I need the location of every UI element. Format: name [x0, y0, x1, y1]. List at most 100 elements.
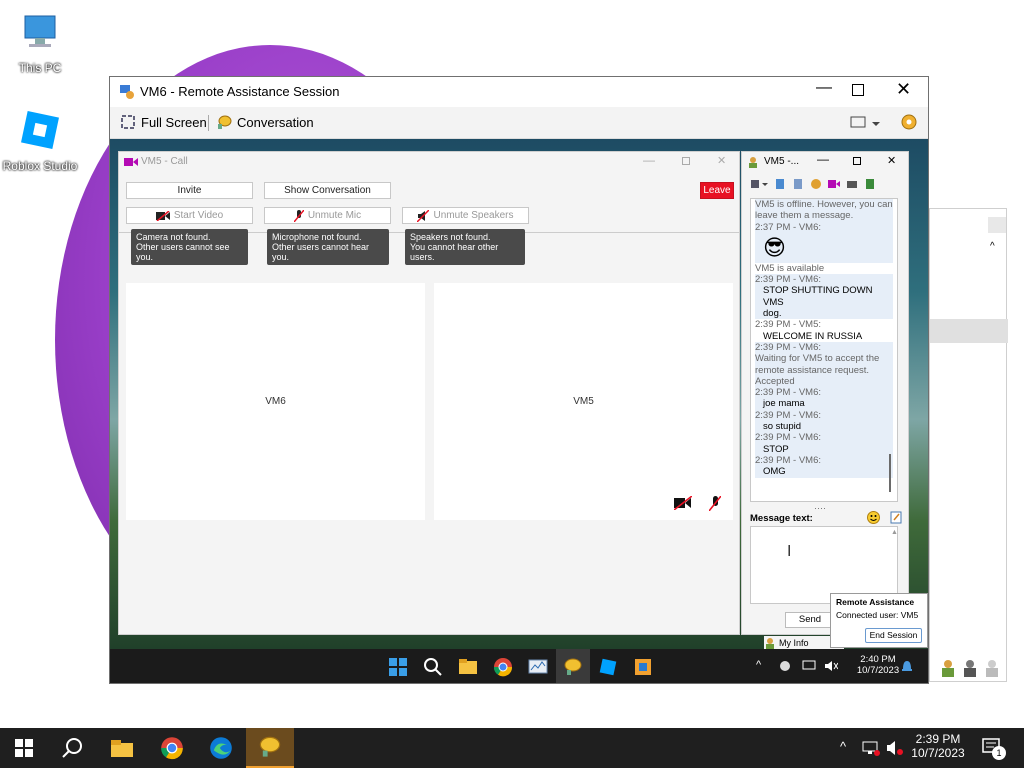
camera-tooltip: Camera not found. Other users cannot see… — [131, 229, 248, 265]
chat-close-button[interactable]: ✕ — [887, 154, 896, 167]
speaker-off-icon — [417, 209, 430, 222]
chat-minimize-button[interactable]: — — [817, 152, 829, 166]
show-conversation-button[interactable]: Show Conversation — [264, 182, 391, 199]
contacts-dropdown-icon[interactable] — [750, 178, 768, 190]
chrome-button[interactable] — [148, 728, 196, 768]
chevron-up-icon[interactable]: ^ — [990, 241, 995, 252]
exit-icon[interactable] — [864, 178, 876, 190]
desktop-icon-label: This PC — [18, 61, 62, 75]
panel-selected-row[interactable] — [930, 319, 1008, 343]
call-maximize-button[interactable] — [682, 157, 690, 165]
chat-meta-line: 2:37 PM - VM6: — [755, 221, 893, 233]
search-button[interactable] — [48, 728, 96, 768]
chat-meta-line: 2:39 PM - VM6: — [755, 274, 893, 286]
remote-assistance-icon[interactable] — [810, 178, 822, 190]
paint-icon[interactable] — [633, 657, 653, 677]
maximize-button[interactable] — [852, 84, 864, 96]
notification-count-badge: 1 — [992, 746, 1006, 760]
file-transfer-icon[interactable] — [774, 178, 786, 190]
file-explorer-button[interactable] — [98, 728, 146, 768]
notification-center-button[interactable]: 1 — [982, 738, 1006, 761]
network-icon[interactable] — [862, 740, 880, 756]
window-titlebar: VM6 - Remote Assistance Session — ✕ — [110, 77, 928, 107]
roblox-studio-icon[interactable] — [598, 657, 618, 677]
close-button[interactable]: ✕ — [896, 79, 911, 100]
chat-meta-line: 2:39 PM - VM6: — [755, 432, 893, 444]
chat-message: dog. — [755, 308, 893, 320]
clock-time: 2:40 PM — [860, 654, 896, 665]
cloud-status-icon[interactable] — [778, 659, 792, 673]
games-icon[interactable] — [846, 178, 858, 190]
help-button[interactable] — [900, 113, 918, 134]
panel-control[interactable] — [988, 217, 1006, 233]
show-hidden-icons-chevron[interactable]: ^ — [840, 739, 846, 754]
windows-start-icon — [15, 739, 33, 757]
unmute-mic-button[interactable]: Unmute Mic — [264, 207, 391, 224]
windows-start-icon[interactable] — [388, 657, 408, 677]
splitter-grip[interactable]: ···· — [814, 503, 826, 513]
network-icon[interactable] — [802, 659, 816, 673]
guest-desktop[interactable]: VM5 - Call — ✕ Invite Show Conversation … — [110, 139, 928, 649]
conversation-history[interactable]: VM5 is offline. However, you can leave t… — [750, 198, 898, 502]
fullscreen-icon — [121, 115, 135, 129]
chat-meta-line: Waiting for VM5 to accept the remote ass… — [755, 353, 893, 388]
volume-muted-icon[interactable] — [886, 740, 904, 756]
call-close-button[interactable]: ✕ — [717, 154, 726, 167]
search-icon[interactable] — [423, 657, 443, 677]
resource-monitor-icon[interactable] — [528, 657, 548, 677]
start-button[interactable] — [0, 728, 48, 768]
fullscreen-button[interactable]: Full Screen — [120, 114, 207, 130]
share-file-icon[interactable] — [792, 178, 804, 190]
emoticon-icon[interactable] — [867, 511, 880, 524]
windows-live-messenger-button[interactable] — [246, 728, 294, 768]
window-title: VM6 - Remote Assistance Session — [140, 84, 340, 99]
video-camera-icon — [124, 158, 138, 166]
edge-button[interactable] — [197, 728, 245, 768]
start-video-button[interactable]: Start Video — [126, 207, 253, 224]
remote-assistance-icon — [120, 85, 134, 99]
conversation-button[interactable]: Conversation — [216, 114, 314, 130]
chat-toolbar — [750, 176, 900, 192]
send-button[interactable]: Send — [785, 612, 835, 628]
user-online-icon[interactable] — [940, 659, 956, 677]
monitor-dropdown-icon — [850, 116, 880, 128]
leave-button[interactable]: Leave — [700, 182, 734, 199]
end-session-button[interactable]: End Session — [865, 628, 922, 643]
host-clock[interactable]: 2:39 PM 10/7/2023 — [908, 732, 968, 760]
user-busy-icon[interactable] — [962, 659, 978, 677]
video-call-icon[interactable] — [828, 178, 840, 190]
scrollbar-thumb[interactable] — [889, 454, 891, 492]
volume-muted-icon[interactable] — [824, 659, 838, 673]
chat-meta-line: 2:39 PM - VM6: — [755, 341, 893, 354]
clock-time: 2:39 PM — [915, 732, 961, 746]
display-settings-button[interactable] — [850, 115, 880, 134]
font-settings-icon[interactable] — [890, 511, 903, 524]
file-explorer-icon[interactable] — [458, 657, 478, 677]
scroll-up-arrow[interactable]: ▲ — [891, 529, 898, 536]
tooltip-line: You cannot hear other users. — [410, 242, 499, 262]
invite-button[interactable]: Invite — [126, 182, 253, 199]
chat-meta-line: 2:39 PM - VM6: — [755, 409, 893, 422]
desktop-icon-this-pc[interactable]: This PC — [0, 12, 80, 75]
user-offline-icon[interactable] — [984, 659, 1000, 677]
file-explorer-icon — [111, 740, 133, 757]
start-video-label: Start Video — [173, 210, 224, 221]
notification-bell-icon[interactable] — [900, 659, 914, 673]
chat-message: STOP — [755, 443, 893, 455]
minimize-button[interactable]: — — [810, 79, 838, 105]
conversation-label: Conversation — [237, 114, 314, 130]
call-minimize-button[interactable]: — — [643, 153, 655, 167]
video-off-icon — [155, 210, 170, 221]
unmute-speakers-button[interactable]: Unmute Speakers — [402, 207, 529, 224]
text-cursor-icon: I — [787, 543, 792, 560]
emoji-message: 😎 — [755, 232, 893, 263]
chat-bubble-icon[interactable] — [563, 657, 583, 677]
chat-message: OMG — [755, 466, 893, 478]
guest-clock[interactable]: 2:40 PM 10/7/2023 — [854, 654, 902, 676]
show-hidden-icons-chevron[interactable]: ^ — [756, 659, 761, 671]
chrome-icon[interactable] — [493, 657, 513, 677]
edge-icon — [210, 737, 232, 759]
chat-maximize-button[interactable] — [853, 157, 861, 165]
desktop-icon-roblox-studio[interactable]: Roblox Studio — [0, 108, 80, 173]
roblox-studio-icon — [21, 111, 59, 149]
